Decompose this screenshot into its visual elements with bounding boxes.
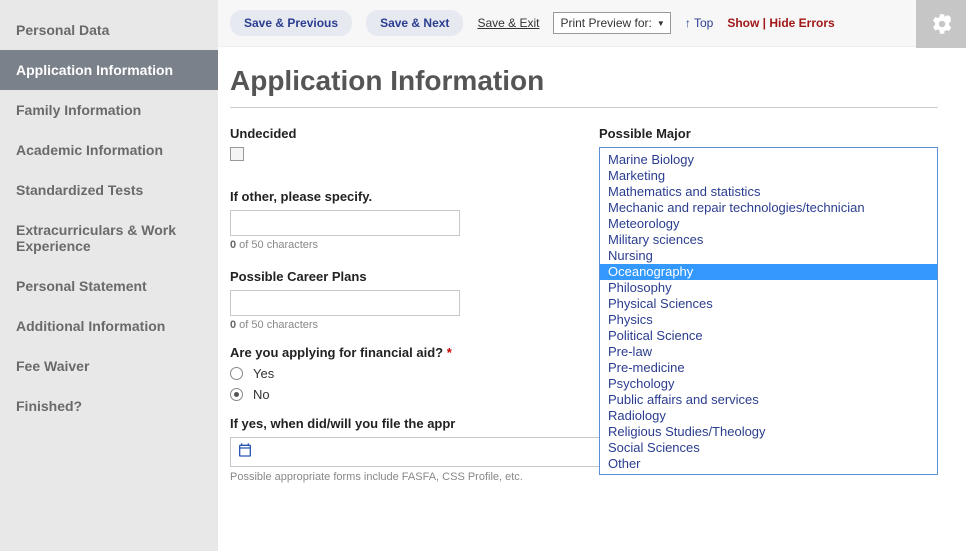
print-preview-select[interactable]: Print Preview for: [553, 12, 670, 34]
calendar-icon [237, 442, 253, 463]
sidebar: Personal Data Application Information Fa… [0, 0, 218, 551]
show-hide-errors-link[interactable]: Show | Hide Errors [727, 16, 834, 30]
financial-aid-no-label: No [253, 387, 270, 402]
major-option[interactable]: Military sciences [600, 232, 937, 248]
other-specify-label: If other, please specify. [230, 189, 569, 204]
possible-major-label: Possible Major [599, 126, 938, 141]
save-next-button[interactable]: Save & Next [366, 10, 463, 36]
major-option[interactable]: Physics [600, 312, 937, 328]
major-option[interactable]: Pre-medicine [600, 360, 937, 376]
major-option[interactable]: Marine Biology [600, 152, 937, 168]
save-previous-button[interactable]: Save & Previous [230, 10, 352, 36]
major-option[interactable]: Mechanic and repair technologies/technic… [600, 200, 937, 216]
up-arrow-icon: ↑ [685, 16, 694, 30]
sidebar-item-application-information[interactable]: Application Information [0, 50, 218, 90]
sidebar-item-extracurriculars[interactable]: Extracurriculars & Work Experience [0, 210, 218, 266]
other-specify-input[interactable] [230, 210, 460, 236]
content: Application Information Undecided Possib… [218, 47, 966, 483]
other-specify-helper: 0 of 50 characters [230, 239, 569, 251]
career-plans-helper: 0 of 50 characters [230, 319, 569, 331]
undecided-label: Undecided [230, 126, 569, 141]
sidebar-item-academic-information[interactable]: Academic Information [0, 130, 218, 170]
sidebar-item-personal-data[interactable]: Personal Data [0, 10, 218, 50]
major-option[interactable]: Nursing [600, 248, 937, 264]
top-link-label: Top [694, 16, 713, 30]
main: Save & Previous Save & Next Save & Exit … [218, 0, 966, 551]
major-option[interactable]: Radiology [600, 408, 937, 424]
top-link[interactable]: ↑ Top [685, 16, 713, 30]
toolbar: Save & Previous Save & Next Save & Exit … [218, 0, 966, 47]
sidebar-item-personal-statement[interactable]: Personal Statement [0, 266, 218, 306]
settings-button[interactable] [916, 0, 966, 48]
undecided-checkbox[interactable] [230, 147, 244, 161]
sidebar-item-family-information[interactable]: Family Information [0, 90, 218, 130]
major-option[interactable]: Marketing [600, 168, 937, 184]
required-asterisk: * [447, 345, 452, 360]
major-option[interactable]: Public affairs and services [600, 392, 937, 408]
career-plans-label: Possible Career Plans [230, 269, 569, 284]
page-title: Application Information [230, 65, 938, 97]
possible-major-dropdown[interactable]: Marine BiologyMarketingMathematics and s… [599, 150, 938, 475]
gear-icon [928, 11, 954, 37]
major-option[interactable]: Physical Sciences [600, 296, 937, 312]
major-option[interactable]: Mathematics and statistics [600, 184, 937, 200]
major-option[interactable]: Religious Studies/Theology [600, 424, 937, 440]
major-option[interactable]: Political Science [600, 328, 937, 344]
major-option[interactable]: Social Sciences [600, 440, 937, 456]
sidebar-item-fee-waiver[interactable]: Fee Waiver [0, 346, 218, 386]
divider [230, 107, 938, 108]
major-option[interactable]: Oceanography [600, 264, 937, 280]
major-option[interactable]: Meteorology [600, 216, 937, 232]
major-option[interactable]: Philosophy [600, 280, 937, 296]
sidebar-item-standardized-tests[interactable]: Standardized Tests [0, 170, 218, 210]
sidebar-item-additional-information[interactable]: Additional Information [0, 306, 218, 346]
major-option[interactable]: Psychology [600, 376, 937, 392]
career-plans-input[interactable] [230, 290, 460, 316]
major-option[interactable]: Pre-law [600, 344, 937, 360]
financial-aid-yes-radio[interactable] [230, 367, 243, 380]
save-exit-link[interactable]: Save & Exit [477, 16, 539, 30]
financial-aid-no-radio[interactable] [230, 388, 243, 401]
sidebar-item-finished[interactable]: Finished? [0, 386, 218, 426]
financial-aid-yes-label: Yes [253, 366, 274, 381]
major-option[interactable]: Other [600, 456, 937, 472]
